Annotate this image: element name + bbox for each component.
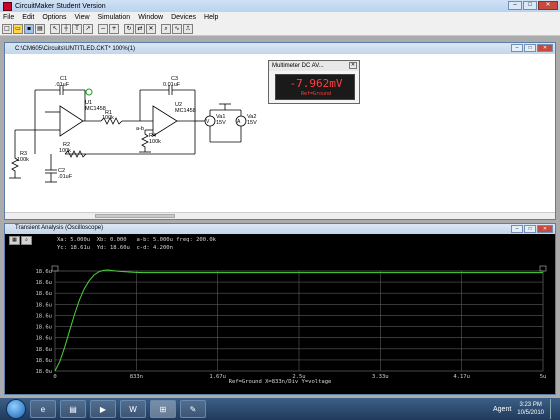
y-tick-label: 18.6u [35,313,52,319]
u2-opamp-symbol[interactable] [152,105,178,137]
u1-opamp-symbol[interactable] [59,105,84,137]
circuit-horizontal-scrollbar[interactable] [5,212,555,219]
menu-window[interactable]: Window [138,14,163,21]
multimeter-close-button[interactable]: ✕ [349,62,357,69]
r1-value: 100k [102,115,114,121]
r4-value: 100k [149,139,161,145]
y-tick-label: 18.6u [35,291,52,297]
circuit-maximize-button[interactable]: □ [524,44,536,52]
save-icon[interactable]: ▪ [24,24,34,34]
print-icon[interactable]: ▤ [35,24,45,34]
file-explorer-icon[interactable]: ▤ [60,400,86,418]
rotate-icon[interactable]: ↻ [124,24,134,34]
toolbar: □ ▭ ▪ ▤ ↖ ┼ T ↗ − + ↻ ⇄ ✕ ⌕ ∿ ⎍ [0,23,560,36]
zoom-out-icon[interactable]: − [98,24,108,34]
probe-marker-icon[interactable] [85,88,93,96]
y-tick-label: 18.6u [35,280,52,286]
clock-date: 10/5/2010 [517,410,544,416]
c2-value: .01uF [58,174,73,180]
r2-value: 100k [59,148,71,154]
multimeter-reading: -7.962mV [289,77,343,90]
y-tick-label: 18.6u [35,302,52,308]
internet-explorer-icon[interactable]: e [30,400,56,418]
menu-edit[interactable]: Edit [22,14,34,21]
multimeter-title: Multimeter DC AV... [269,61,359,71]
minimize-button[interactable]: – [508,1,522,10]
scope-footer: Ref=Ground X=833n/Div Y=voltage [228,379,332,385]
mirror-icon[interactable]: ⇄ [135,24,145,34]
multimeter-reference: Ref=Ground [300,91,332,97]
menu-devices[interactable]: Devices [171,14,196,21]
probe-tool-icon[interactable]: ↗ [83,24,93,34]
scrollbar-thumb[interactable] [95,214,175,218]
c3-value: 0.01uF [163,82,181,88]
cursor-marker-right [539,265,547,272]
y-tick-label: 18.6u [35,269,52,275]
maximize-button[interactable]: □ [523,1,537,10]
y-tick-label: 18.6u [35,358,52,364]
circuitmaker-app-icon [3,1,12,11]
tray-agent-label[interactable]: Agent [493,406,511,413]
va2-value: 15V [247,120,257,126]
media-player-icon[interactable]: ▶ [90,400,116,418]
menu-file[interactable]: File [3,14,14,21]
delete-icon[interactable]: ✕ [146,24,156,34]
digital-sim-icon[interactable]: ⎍ [183,24,193,34]
va2-symbol: A [237,119,241,125]
clock-time: 3:23 PM [519,402,542,408]
circuit-minimize-button[interactable]: – [511,44,523,52]
y-tick-label: 18.0u [35,369,52,375]
word-icon[interactable]: W [120,400,146,418]
multimeter-window[interactable]: Multimeter DC AV... ✕ -7.962mV Ref=Groun… [268,60,360,104]
app-title-bar: CircuitMaker Student Version – □ ✕ [0,0,560,12]
paint-icon[interactable]: ✎ [180,400,206,418]
window-controls: – □ ✕ [508,1,558,10]
multimeter-display: -7.962mV Ref=Ground [275,74,355,100]
c1-value: .01uF [55,82,70,88]
y-tick-label: 18.6u [35,347,52,353]
tray-clock[interactable]: 3:23 PM 10/5/2010 [517,401,544,417]
cursor-marker-left [51,265,59,272]
text-tool-icon[interactable]: T [72,24,82,34]
circuit-window-title: C:\CM605\Circuits\UNTITLED.CKT* 100%(1) [5,43,555,54]
taskbar: e ▤ ▶ W ⊞ ✎ Agent 3:23 PM 10/5/2010 [0,398,560,420]
va1-value: 15V [216,120,226,126]
menu-options[interactable]: Options [42,14,66,21]
menu-help[interactable]: Help [204,14,218,21]
node-label: a-b [136,126,144,132]
open-icon[interactable]: ▭ [13,24,23,34]
waveform-icon[interactable]: ∿ [172,24,182,34]
circuitmaker-icon[interactable]: ⊞ [150,400,176,418]
wire-tool-icon[interactable]: ┼ [61,24,71,34]
oscilloscope-window: Transient Analysis (Oscilloscope) – □ ✕ … [4,223,556,395]
oscilloscope-plot[interactable]: 0 833n 1.67u 2.5u 3.33u 4.17u 5u18.6u18.6u18.6… [5,224,555,394]
circuit-close-button[interactable]: ✕ [537,44,553,52]
circuit-window-controls: – □ ✕ [511,44,553,52]
menu-view[interactable]: View [74,14,89,21]
start-button[interactable] [6,399,26,419]
menu-simulation[interactable]: Simulation [98,14,131,21]
r3-value: 100k [17,157,29,163]
arrow-tool-icon[interactable]: ↖ [50,24,60,34]
r4-resistor[interactable] [141,130,149,152]
u2-part: MC1458 [175,108,196,114]
system-tray: Agent 3:23 PM 10/5/2010 [493,398,558,420]
new-icon[interactable]: □ [2,24,12,34]
close-button[interactable]: ✕ [538,1,558,10]
y-tick-label: 18.6u [35,325,52,331]
menu-bar: File Edit Options View Simulation Window… [0,12,560,23]
app-title: CircuitMaker Student Version [15,2,106,10]
va1-symbol: V [206,119,210,125]
search-icon[interactable]: ⌕ [161,24,171,34]
y-tick-label: 18.6u [35,336,52,342]
show-desktop-button[interactable] [550,399,558,419]
zoom-in-icon[interactable]: + [109,24,119,34]
u1-part: MC1458 [85,106,106,112]
